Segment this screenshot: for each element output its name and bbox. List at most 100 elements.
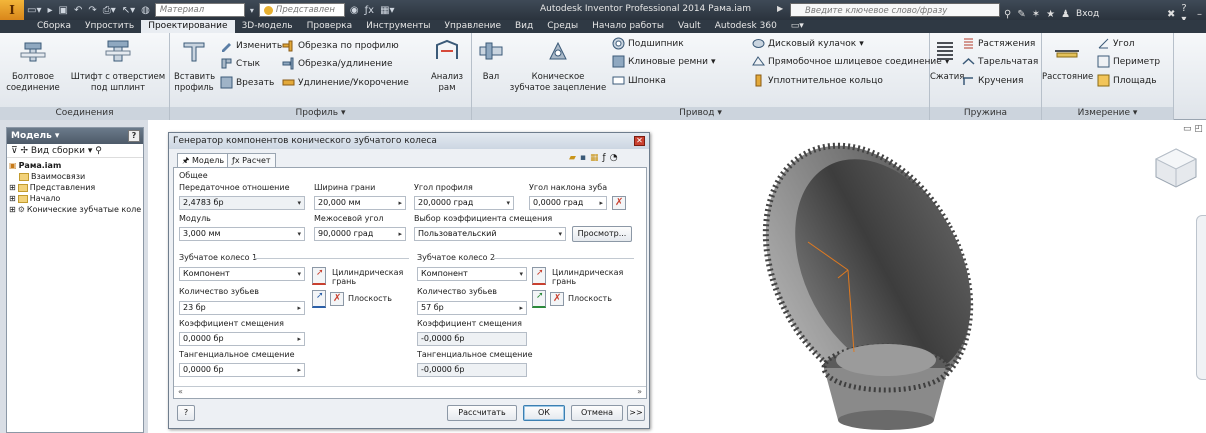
panel-title-frame[interactable]: Профиль ▾: [170, 107, 471, 120]
trim-extend-button[interactable]: Обрезка/удлинение: [282, 57, 393, 70]
lengthen-shorten-button[interactable]: Удлинение/Укорочение: [282, 76, 409, 89]
fx-icon[interactable]: ƒx: [362, 5, 377, 16]
o-ring-button[interactable]: Уплотнительное кольцо: [752, 74, 883, 87]
bearing-button[interactable]: Подшипник: [612, 37, 684, 50]
shaft-button[interactable]: Вал: [476, 37, 506, 83]
bevel-gear-button[interactable]: Коническое зубчатое зацепление: [506, 37, 610, 94]
extension-spring-button[interactable]: Растяжения: [962, 37, 1035, 50]
v-belts-button[interactable]: Клиновые ремни ▾: [612, 55, 716, 68]
angle-button[interactable]: Угол: [1097, 37, 1134, 50]
cancel-button[interactable]: Отмена: [571, 405, 623, 421]
browser-help-icon[interactable]: ?: [128, 130, 140, 142]
search-input[interactable]: Введите ключевое слово/фразу: [790, 3, 1000, 17]
tree-item-bevel-gears[interactable]: ⊞ ⚙ Конические зубчатые коле: [9, 204, 141, 215]
open-icon[interactable]: ▸: [44, 5, 55, 16]
gear1-shift-field[interactable]: 0,0000 бр ▸: [179, 332, 305, 346]
expand-icon[interactable]: »: [637, 387, 642, 396]
gear1-cylindrical-face-select[interactable]: ➚: [312, 267, 326, 285]
pressure-angle-field[interactable]: 20,0000 град ▾: [414, 196, 514, 210]
perimeter-button[interactable]: Периметр: [1097, 55, 1160, 68]
expand-icon[interactable]: ⊞: [9, 182, 16, 193]
close-icon[interactable]: ✕: [634, 136, 645, 146]
tab-design[interactable]: Проектирование: [141, 20, 235, 33]
view-dropdown-icon[interactable]: ▾: [88, 146, 93, 156]
tab-tools[interactable]: Инструменты: [359, 20, 437, 33]
gear-ratio-field[interactable]: 2,4783 бр ▾: [179, 196, 305, 210]
minimize-button[interactable]: –: [1197, 9, 1202, 20]
ok-button[interactable]: ОК: [523, 405, 565, 421]
exchange-apps-icon[interactable]: ✖: [1167, 9, 1175, 20]
favorites-icon[interactable]: ★: [1046, 9, 1055, 20]
find-icon[interactable]: ⚲: [95, 146, 102, 156]
clear-appearance-icon[interactable]: ◉: [347, 5, 362, 16]
tab-calculation[interactable]: ƒx Расчет: [227, 153, 276, 167]
frame-analysis-button[interactable]: Анализ рам: [426, 37, 468, 94]
spline-button[interactable]: Прямобочное шлицевое соединение ▾: [752, 55, 949, 68]
save-icon[interactable]: ▪: [580, 153, 586, 163]
dialog-title-bar[interactable]: Генератор компонентов конического зубчат…: [169, 133, 649, 149]
helix-angle-field[interactable]: 0,0000 град ▸: [529, 196, 607, 210]
key-button[interactable]: Шпонка: [612, 74, 666, 87]
panel-title-measure[interactable]: Измерение ▾: [1042, 107, 1173, 120]
collapse-icon[interactable]: «: [178, 387, 183, 396]
gear2-plane-clear-button[interactable]: ✗: [550, 292, 564, 306]
user-icon[interactable]: ♟: [1061, 9, 1070, 20]
shift-choice-dropdown[interactable]: Пользовательский ▾: [414, 227, 566, 241]
select-icon[interactable]: ↖▾: [119, 5, 138, 16]
ribbon-minimize-icon[interactable]: ▭▾: [784, 20, 811, 33]
open-file-icon[interactable]: ▰: [569, 153, 576, 163]
panel-title-connections[interactable]: Соединения: [0, 107, 169, 120]
appearance-combo[interactable]: Представлен: [258, 3, 345, 17]
sign-in-button[interactable]: Вход: [1076, 9, 1099, 19]
area-button[interactable]: Площадь: [1097, 74, 1157, 87]
gear2-cylindrical-face-select[interactable]: ➚: [532, 267, 546, 285]
shaft-angle-field[interactable]: 90,0000 град ▸: [314, 227, 406, 241]
filter-icon[interactable]: ⊽: [11, 146, 18, 156]
search-expand-icon[interactable]: ▶: [777, 4, 783, 13]
panel-title-spring[interactable]: Пружина: [930, 107, 1041, 120]
tab-inspect[interactable]: Проверка: [300, 20, 360, 33]
torsion-spring-button[interactable]: Кручения: [962, 74, 1023, 87]
tab-get-started[interactable]: Начало работы: [585, 20, 671, 33]
viewcube[interactable]: [1151, 145, 1201, 193]
application-menu-button[interactable]: I: [0, 0, 24, 20]
viewport-window-controls-icon[interactable]: ▭ ◰: [1183, 124, 1203, 134]
tab-autodesk-360[interactable]: Autodesk 360: [708, 20, 784, 33]
gear1-type-dropdown[interactable]: Компонент ▾: [179, 267, 305, 281]
preview-button[interactable]: Просмотр...: [572, 226, 632, 242]
gear1-plane-clear-button[interactable]: ✗: [330, 292, 344, 306]
tree-item-representations[interactable]: ⊞ Представления: [9, 182, 141, 193]
notch-button[interactable]: Врезать: [220, 76, 274, 89]
distance-button[interactable]: Расстояние: [1042, 37, 1093, 83]
new-file-icon[interactable]: ▭▾: [24, 5, 44, 16]
binoculars-icon[interactable]: ⚲: [1004, 9, 1011, 20]
gear1-teeth-field[interactable]: 23 бр ▸: [179, 301, 305, 315]
gear2-teeth-field[interactable]: 57 бр ▸: [417, 301, 527, 315]
belleville-spring-button[interactable]: Тарельчатая: [962, 55, 1038, 68]
expand-icon[interactable]: ⊞: [9, 204, 16, 215]
gear2-type-dropdown[interactable]: Компонент ▾: [417, 267, 527, 281]
redo-icon[interactable]: ↷: [85, 5, 99, 16]
calculator-icon[interactable]: ▦: [590, 153, 599, 163]
tree-item-relationships[interactable]: Взаимосвязи: [9, 171, 141, 182]
tab-3d-model[interactable]: 3D-модель: [235, 20, 300, 33]
bolted-connection-button[interactable]: Болтовое соединение: [2, 37, 64, 94]
help-button[interactable]: ?: [177, 405, 195, 421]
tab-vault[interactable]: Vault: [671, 20, 708, 33]
grid-icon[interactable]: ▦▾: [377, 5, 397, 16]
settings-icon[interactable]: ◔: [610, 153, 618, 163]
gear1-tangent-field[interactable]: 0,0000 бр ▸: [179, 363, 305, 377]
tab-view[interactable]: Вид: [508, 20, 540, 33]
more-button[interactable]: >>: [627, 405, 645, 421]
navigation-bar[interactable]: [1196, 215, 1206, 380]
tree-item-root[interactable]: ▣ Рама.iam: [9, 160, 141, 171]
tab-environments[interactable]: Среды: [540, 20, 585, 33]
fx-icon[interactable]: ƒ: [603, 153, 606, 163]
communication-icon[interactable]: ✶: [1032, 9, 1040, 20]
insert-frame-button[interactable]: Вставить профиль: [174, 37, 215, 94]
tab-manage[interactable]: Управление: [438, 20, 508, 33]
panel-title-power-transmission[interactable]: Привод ▾: [472, 107, 929, 120]
gear2-plane-select[interactable]: ➚: [532, 290, 546, 308]
subscription-icon[interactable]: ✎: [1017, 9, 1025, 20]
calculate-button[interactable]: Рассчитать: [447, 405, 517, 421]
